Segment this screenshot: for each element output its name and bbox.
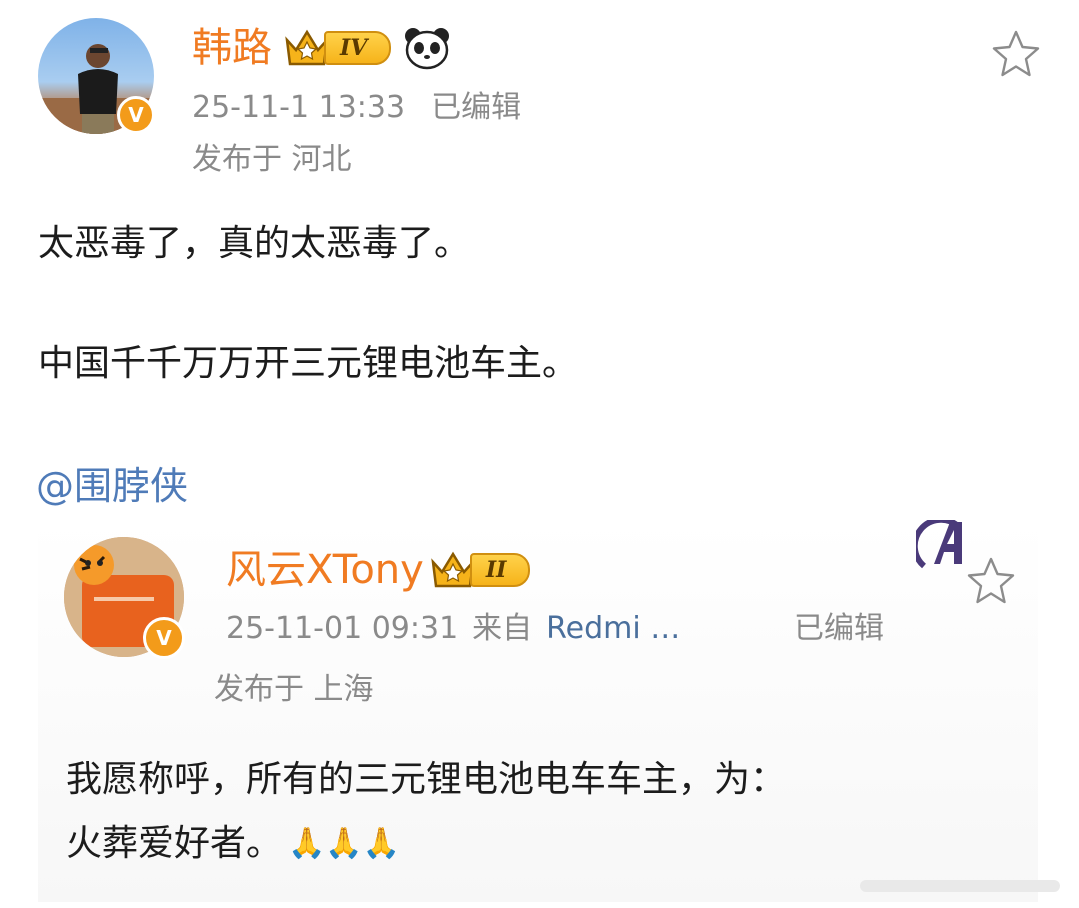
quoted-text-line-1: 我愿称呼，所有的三元锂电池电车车主，为： [66, 759, 787, 800]
panda-icon [405, 28, 450, 70]
quoted-location: 发布于 上海 [214, 672, 374, 707]
quoted-edited-label: 已编辑 [794, 611, 884, 646]
verified-v-icon: V [117, 96, 155, 134]
level-label: IV [324, 31, 392, 65]
source-prefix: 来自 [472, 611, 533, 646]
praying-hands-emoji: 🙏🙏🙏 [288, 826, 401, 861]
quoted-crown-icon [431, 551, 475, 588]
quoted-star-outline-icon[interactable] [964, 555, 1018, 607]
quoted-verified-v-icon: V [143, 617, 185, 659]
edited-label: 已编辑 [431, 90, 522, 125]
star-outline-icon[interactable] [990, 28, 1042, 80]
post-text-line-1: 太恶毒了，真的太恶毒了。 [38, 223, 471, 264]
quoted-timestamp: 25-11-01 09:31 [226, 611, 459, 646]
membership-level-badge[interactable]: IV [284, 28, 392, 68]
quoted-text-line-2: 火葬爱好者。 [66, 823, 283, 864]
quoted-level-label: II [469, 553, 531, 587]
post-text-line-2: 中国千千万万开三元锂电池车主。 [38, 343, 579, 384]
quoted-author-name[interactable]: 风云XTony [226, 550, 424, 590]
post-timestamp: 25-11-1 13:33 [192, 90, 406, 125]
quoted-membership-level-badge[interactable]: II [430, 550, 531, 590]
mention-link[interactable]: @围脖侠 [36, 467, 188, 505]
post-location: 发布于 河北 [192, 142, 352, 177]
source-device[interactable]: Redmi … [546, 614, 680, 644]
author-name[interactable]: 韩路 [192, 28, 272, 68]
watermark [860, 880, 1060, 892]
